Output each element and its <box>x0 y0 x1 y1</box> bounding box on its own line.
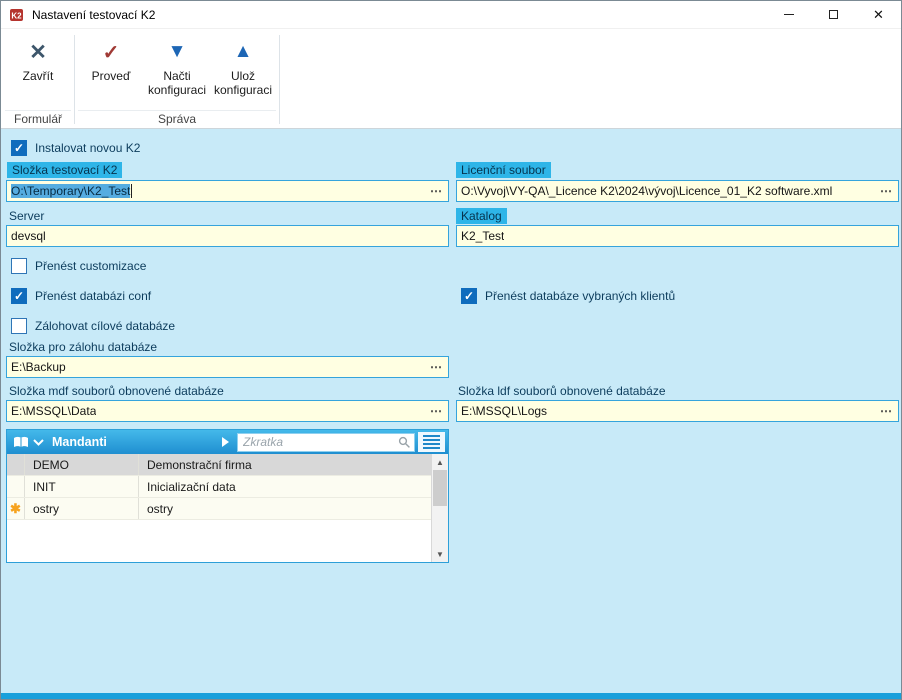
browse-backup-folder-button[interactable]: ⋯ <box>427 360 446 374</box>
search-icon <box>398 436 411 449</box>
expand-arrow-icon[interactable] <box>222 437 229 447</box>
close-button[interactable]: ✕ <box>856 1 901 28</box>
row-name: Inicializační data <box>147 479 236 494</box>
checkbox-install-new-k2[interactable]: Instalovat novou K2 <box>11 140 140 156</box>
mandanti-grid: Mandanti DEMO Demonstrační firma <box>6 429 449 563</box>
table-row[interactable]: INIT Inicializační data <box>7 476 431 498</box>
browse-mdf-folder-button[interactable]: ⋯ <box>427 404 446 418</box>
row-name: Demonstrační firma <box>147 457 252 472</box>
save-configuration-button[interactable]: ▲ Ulož konfiguraci <box>210 31 276 97</box>
main-panel: Instalovat novou K2 Složka testovací K2 … <box>1 129 901 693</box>
label-server: Server <box>9 209 45 223</box>
grid-search-input[interactable] <box>243 435 398 449</box>
browse-ldf-folder-button[interactable]: ⋯ <box>877 404 896 418</box>
chevron-down-icon[interactable] <box>33 438 44 446</box>
selected-text: O:\Temporary\K2_Test <box>11 183 131 198</box>
browse-test-folder-button[interactable]: ⋯ <box>427 184 446 198</box>
app-window: K2 Nastavení testovací K2 ✕ ✕ Zavřít For… <box>0 0 902 700</box>
row-code: INIT <box>25 476 139 497</box>
scrollbar-thumb[interactable] <box>433 470 447 506</box>
label-ldf-folder: Složka ldf souborů obnovené databáze <box>458 384 666 398</box>
test-folder-input[interactable]: O:\Temporary\K2_Test ⋯ <box>6 180 449 202</box>
label-catalog: Katalog <box>456 208 507 224</box>
ldf-folder-input[interactable]: E:\MSSQL\Logs ⋯ <box>456 400 899 422</box>
label-mdf-folder: Složka mdf souborů obnovené databáze <box>9 384 224 398</box>
row-code: ostry <box>25 498 139 519</box>
grid-header: Mandanti <box>7 430 448 454</box>
load-configuration-button[interactable]: ▼ Načti konfiguraci <box>144 31 210 97</box>
close-form-button[interactable]: ✕ Zavřít <box>5 31 71 84</box>
checkbox-backup-target-dbs[interactable]: Zálohovat cílové databáze <box>11 318 175 334</box>
checkbox-transfer-customization[interactable]: Přenést customizace <box>11 258 146 274</box>
ribbon-group-sprava: ✓ Proveď ▼ Načti konfiguraci ▲ Ulož konf… <box>78 31 276 128</box>
grid-menu-icon[interactable] <box>418 432 445 452</box>
arrow-down-icon: ▼ <box>167 41 187 62</box>
ribbon: ✕ Zavřít Formulář ✓ Proveď ▼ Načti konfi… <box>1 29 901 129</box>
ribbon-group-formular: ✕ Zavřít Formulář <box>5 31 71 128</box>
minimize-button[interactable] <box>766 1 811 28</box>
row-name: ostry <box>147 501 174 516</box>
svg-text:K2: K2 <box>11 11 22 20</box>
table-row[interactable]: DEMO Demonstrační firma <box>7 454 431 476</box>
checkbox-box[interactable] <box>461 288 477 304</box>
mdf-folder-input[interactable]: E:\MSSQL\Data ⋯ <box>6 400 449 422</box>
maximize-icon <box>829 10 838 19</box>
window-title: Nastavení testovací K2 <box>32 7 156 22</box>
arrow-up-icon: ▲ <box>233 41 253 62</box>
row-code: DEMO <box>25 454 139 475</box>
browse-license-file-button[interactable]: ⋯ <box>877 184 896 198</box>
checkbox-box[interactable] <box>11 140 27 156</box>
checkbox-box[interactable] <box>11 258 27 274</box>
row-marker <box>7 454 25 475</box>
execute-button[interactable]: ✓ Proveď <box>78 31 144 97</box>
checkbox-box[interactable] <box>11 318 27 334</box>
grid-body: DEMO Demonstrační firma INIT Inicializač… <box>7 454 448 562</box>
ribbon-group-label-sprava: Správa <box>78 110 276 128</box>
backup-folder-input[interactable]: E:\Backup ⋯ <box>6 356 449 378</box>
license-file-input[interactable]: O:\Vyvoj\VY-QA\_Licence K2\2024\vývoj\Li… <box>456 180 899 202</box>
app-icon: K2 <box>9 7 25 23</box>
ribbon-group-label-formular: Formulář <box>5 110 71 128</box>
label-test-folder: Složka testovací K2 <box>7 162 123 178</box>
label-backup-folder: Složka pro zálohu databáze <box>9 340 158 354</box>
catalog-input[interactable]: K2_Test <box>456 225 899 247</box>
server-input[interactable]: devsql <box>6 225 449 247</box>
grid-title: Mandanti <box>52 435 107 449</box>
titlebar: K2 Nastavení testovací K2 ✕ <box>1 1 901 29</box>
table-row[interactable]: ✱ ostry ostry <box>7 498 431 520</box>
minimize-icon <box>783 14 794 15</box>
close-icon: ✕ <box>873 7 884 22</box>
maximize-button[interactable] <box>811 1 856 28</box>
vertical-scrollbar[interactable]: ▲ ▼ <box>431 454 448 562</box>
bottom-status-strip <box>1 693 901 699</box>
checkbox-box[interactable] <box>11 288 27 304</box>
execute-check-icon: ✓ <box>102 41 120 64</box>
ribbon-separator <box>279 35 280 124</box>
row-marker <box>7 476 25 497</box>
ribbon-separator <box>74 35 75 124</box>
checkbox-transfer-client-dbs[interactable]: Přenést databáze vybraných klientů <box>461 288 675 304</box>
scroll-down-icon[interactable]: ▼ <box>432 546 448 562</box>
label-license-file: Licenční soubor <box>456 162 551 178</box>
close-x-icon: ✕ <box>29 40 47 64</box>
text-caret <box>131 184 133 199</box>
row-marker: ✱ <box>7 498 25 519</box>
scroll-up-icon[interactable]: ▲ <box>432 454 448 470</box>
book-icon[interactable] <box>13 436 29 449</box>
grid-search-box[interactable] <box>237 432 415 452</box>
checkbox-transfer-conf-db[interactable]: Přenést databázi conf <box>11 288 151 304</box>
